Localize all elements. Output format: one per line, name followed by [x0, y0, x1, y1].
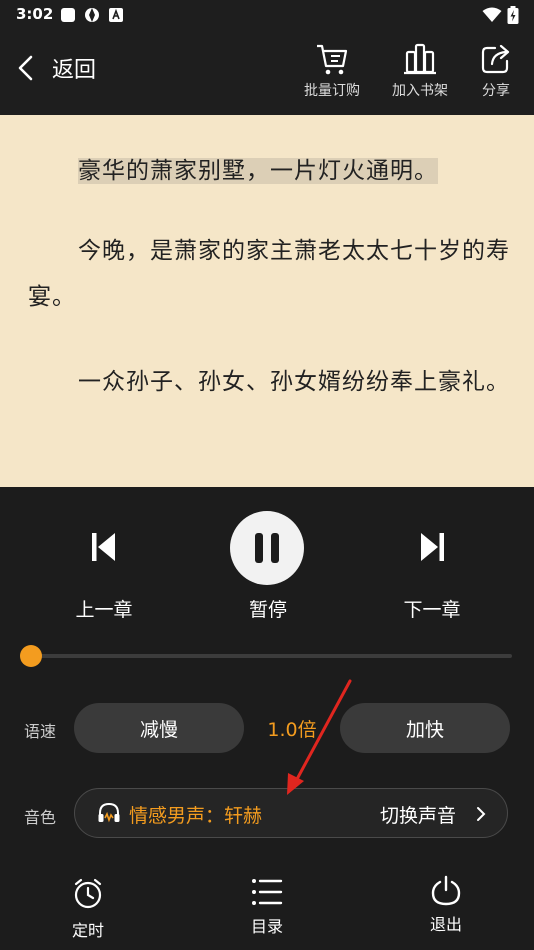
prev-chapter-label: 上一章 — [75, 599, 133, 621]
progress-thumb[interactable] — [20, 645, 42, 667]
chevron-right-icon — [477, 807, 486, 821]
paragraph: 今晚，是萧家的家主萧老太太七十岁的寿宴。 — [28, 238, 510, 310]
paragraph: 豪华的萧家别墅，一片灯火通明。 — [28, 148, 513, 194]
pause-icon — [255, 533, 279, 563]
status-bar: 3:02 — [0, 0, 534, 30]
switch-voice-label: 切换声音 — [380, 805, 457, 827]
paragraph: 一众孙子、孙女、孙女婿纷纷奉上豪礼。 — [78, 369, 510, 395]
a-app-icon — [109, 8, 123, 22]
annotation-arrow — [287, 679, 352, 795]
add-to-shelf-button[interactable]: 加入书架 — [384, 42, 456, 100]
share-label: 分享 — [482, 83, 510, 99]
highlighted-sentence: 豪华的萧家别墅，一片灯火通明。 — [78, 158, 438, 184]
exit-label: 退出 — [429, 915, 462, 934]
batch-order-button[interactable]: 批量订购 — [296, 42, 368, 100]
batch-order-label: 批量订购 — [304, 83, 360, 99]
faster-label: 加快 — [405, 718, 444, 741]
voice-row-label: 音色 — [24, 808, 57, 827]
progress-track[interactable] — [26, 654, 512, 658]
chevron-left-icon — [18, 55, 33, 81]
battery-icon — [507, 6, 519, 24]
aperture-icon — [85, 8, 99, 22]
status-time: 3:02 — [16, 5, 54, 23]
pause-label: 暂停 — [248, 599, 287, 621]
top-bar: 返回 批量订购 加入书架 分享 — [0, 30, 534, 115]
share-button[interactable]: 分享 — [474, 42, 518, 100]
headphones-icon — [98, 802, 120, 823]
audio-player-panel: 上一章 暂停 下一章 语速 减慢 1.0倍 加快 音色 情感男声：轩赫 切换声音… — [0, 487, 534, 950]
menu-list-icon — [252, 879, 283, 905]
reading-area[interactable]: 豪华的萧家别墅，一片灯火通明。 今晚，是萧家的家主萧老太太七十岁的寿宴。 一众孙… — [0, 115, 534, 487]
catalog-label: 目录 — [250, 917, 283, 936]
current-voice: 情感男声：轩赫 — [129, 805, 263, 827]
timer-label: 定时 — [71, 921, 104, 940]
slower-label: 减慢 — [139, 718, 178, 741]
skip-previous-icon — [92, 533, 115, 561]
skip-next-icon — [421, 533, 444, 561]
back-label: 返回 — [52, 58, 97, 83]
power-icon — [431, 875, 461, 906]
square-app-icon — [61, 8, 75, 22]
next-chapter-label: 下一章 — [403, 599, 461, 621]
add-to-shelf-label: 加入书架 — [392, 83, 448, 99]
alarm-clock-icon — [74, 878, 102, 909]
wifi-icon — [482, 7, 502, 22]
back-button[interactable]: 返回 — [14, 52, 96, 84]
bookshelf-icon — [404, 43, 436, 75]
slower-button[interactable]: 减慢 — [74, 703, 244, 753]
share-icon — [481, 44, 510, 74]
cart-list-icon — [317, 44, 348, 75]
speed-row-label: 语速 — [24, 722, 57, 741]
